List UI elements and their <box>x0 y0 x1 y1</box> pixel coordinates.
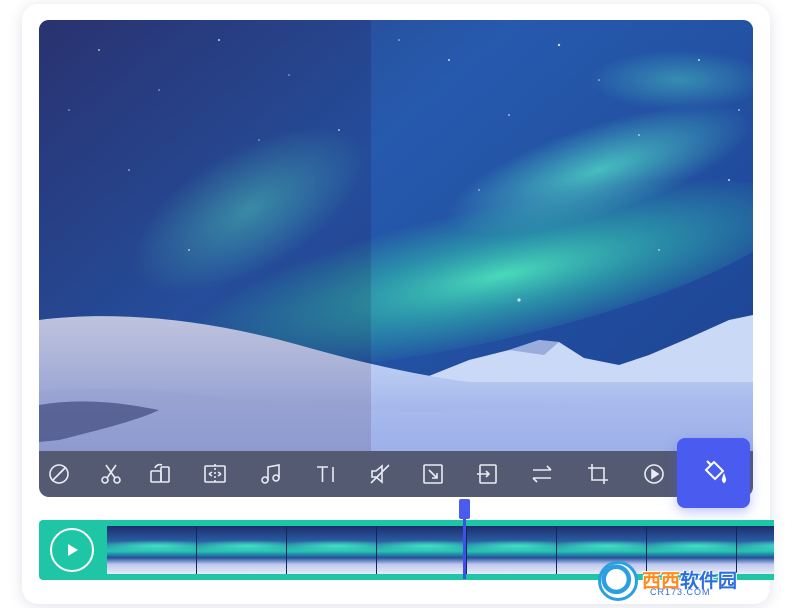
tool-rotate[interactable] <box>143 457 177 491</box>
tool-split[interactable] <box>198 457 232 491</box>
timeline-frame <box>467 526 556 574</box>
aurora-landscape-image <box>39 20 753 451</box>
tool-mute[interactable] <box>363 457 397 491</box>
tool-music[interactable] <box>253 457 287 491</box>
watermark-logo-icon <box>598 561 638 601</box>
resize-icon <box>423 464 443 484</box>
scissors-icon <box>101 464 121 484</box>
playhead-handle[interactable] <box>459 499 470 519</box>
tool-text[interactable] <box>309 457 343 491</box>
mute-icon <box>370 464 390 484</box>
tool-play-speed[interactable] <box>637 457 671 491</box>
music-note-icon <box>261 464 280 484</box>
rotate-icon <box>150 463 170 483</box>
timeline-frame <box>377 526 466 574</box>
watermark-site: CR173.COM <box>650 587 711 597</box>
video-preview[interactable] <box>39 20 753 451</box>
play-icon <box>68 544 78 556</box>
timeline-frame <box>107 526 196 574</box>
timeline-frame <box>197 526 286 574</box>
crop-icon <box>588 464 608 484</box>
watermark: 西西软件园 CR173.COM <box>598 560 780 602</box>
tool-resize[interactable] <box>416 457 450 491</box>
timeline-play-area <box>39 520 105 580</box>
play-button[interactable] <box>50 528 94 572</box>
tool-crop[interactable] <box>581 457 615 491</box>
tool-speed[interactable] <box>42 457 76 491</box>
export-icon <box>477 464 497 484</box>
tool-swap[interactable] <box>525 457 559 491</box>
fill-tool-button[interactable] <box>677 438 750 508</box>
paint-bucket-icon <box>704 460 726 484</box>
swap-arrows-icon <box>532 465 552 483</box>
timeline-frame <box>287 526 376 574</box>
speedometer-icon <box>49 464 69 484</box>
tool-export[interactable] <box>470 457 504 491</box>
text-icon <box>317 466 334 482</box>
play-circle-icon <box>644 464 664 484</box>
editor-toolbar <box>39 451 753 497</box>
playhead-line <box>463 517 466 579</box>
split-icon <box>204 464 226 484</box>
tool-cut[interactable] <box>94 457 128 491</box>
